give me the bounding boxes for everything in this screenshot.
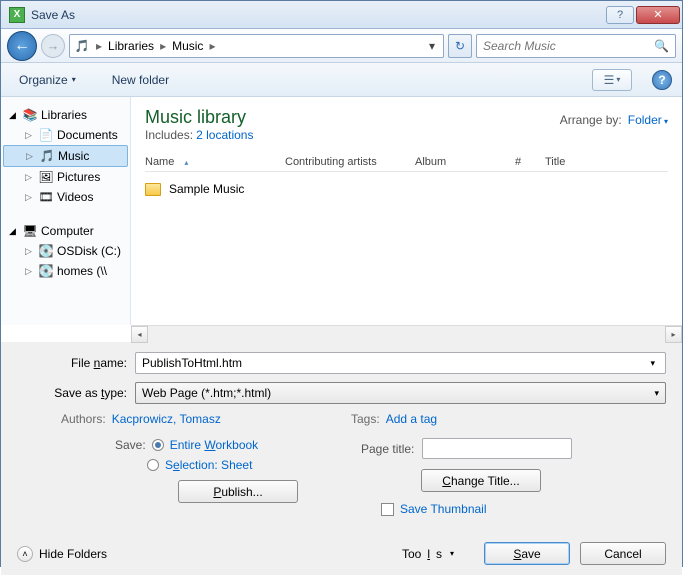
authors-value[interactable]: Kacprowicz, Tomasz xyxy=(112,412,221,426)
expand-arrow-icon[interactable]: ◢ xyxy=(9,110,19,121)
save-thumbnail-label[interactable]: Save Thumbnail xyxy=(400,502,487,516)
command-bar: Organize ▾ New folder ☰ ▾ ? xyxy=(1,63,682,97)
expand-arrow-icon[interactable]: ▷ xyxy=(25,192,35,203)
savetype-select[interactable]: Web Page (*.htm;*.html) xyxy=(135,382,666,404)
locations-link[interactable]: 2 locations xyxy=(196,128,253,142)
tree-computer[interactable]: ◢ 🖥 Computer xyxy=(1,221,130,241)
titlebar: X Save As ? ✕ xyxy=(1,1,682,29)
tree-libraries[interactable]: ◢ 📚 Libraries xyxy=(1,105,130,125)
radio-selection-label[interactable]: Selection: Sheet xyxy=(165,458,252,472)
expand-arrow-icon[interactable]: ▷ xyxy=(26,151,36,162)
videos-icon: 🎞 xyxy=(38,189,54,205)
tree-homes[interactable]: ▷ 💽 homes (\\ xyxy=(1,261,130,281)
close-button[interactable]: ✕ xyxy=(636,6,680,24)
save-thumbnail-checkbox[interactable] xyxy=(381,503,394,516)
help-titlebar-button[interactable]: ? xyxy=(606,6,634,24)
address-dropdown[interactable]: ▾ xyxy=(425,39,439,53)
chevron-right-icon[interactable]: ▸ xyxy=(158,39,168,53)
expand-arrow-icon[interactable]: ▷ xyxy=(25,246,35,257)
music-icon: 🎵 xyxy=(74,38,90,54)
filename-input[interactable]: PublishToHtml.htm ▾ xyxy=(135,352,666,374)
window-title: Save As xyxy=(31,8,606,22)
radio-workbook-label[interactable]: Entire Workbook xyxy=(170,438,259,452)
back-button[interactable]: ← xyxy=(7,31,37,61)
folder-icon xyxy=(145,183,161,196)
column-contributing[interactable]: Contributing artists xyxy=(285,156,415,168)
scroll-track[interactable] xyxy=(148,326,665,343)
column-name[interactable]: Name xyxy=(145,156,285,168)
refresh-button[interactable]: ↻ xyxy=(448,34,472,58)
documents-icon: 📄 xyxy=(38,127,54,143)
expand-arrow-icon[interactable]: ▷ xyxy=(25,130,35,141)
search-box[interactable]: 🔍 xyxy=(476,34,676,58)
filename-label: File name: xyxy=(17,356,135,370)
expand-arrow-icon[interactable]: ▷ xyxy=(25,172,35,183)
tree-music[interactable]: ▷ 🎵 Music xyxy=(3,145,128,167)
expand-arrow-icon[interactable]: ▷ xyxy=(25,266,35,277)
main-area: ◢ 📚 Libraries ▷ 📄 Documents ▷ 🎵 Music ▷ … xyxy=(1,97,682,325)
tree-pictures[interactable]: ▷ 🖼 Pictures xyxy=(1,167,130,187)
cancel-button[interactable]: Cancel xyxy=(580,542,666,565)
change-title-button[interactable]: Change Title... xyxy=(421,469,541,492)
radio-selection[interactable] xyxy=(147,459,159,471)
column-headers: Name Contributing artists Album # Title xyxy=(145,156,668,172)
expand-arrow-icon[interactable]: ◢ xyxy=(9,226,19,237)
dropdown-arrow-icon[interactable]: ▾ xyxy=(646,358,659,369)
publish-button[interactable]: Publish... xyxy=(178,480,298,503)
tree-documents[interactable]: ▷ 📄 Documents xyxy=(1,125,130,145)
tree-videos[interactable]: ▷ 🎞 Videos xyxy=(1,187,130,207)
search-input[interactable] xyxy=(483,39,654,53)
drive-icon: 💽 xyxy=(38,243,54,259)
column-title[interactable]: Title xyxy=(545,156,575,168)
item-name: Sample Music xyxy=(169,182,244,196)
pagetitle-label: Page title: xyxy=(361,442,414,456)
help-button[interactable]: ? xyxy=(652,70,672,90)
hide-folders-button[interactable]: ˄ Hide Folders xyxy=(17,546,107,562)
navigation-bar: ← → 🎵 ▸ Libraries ▸ Music ▸ ▾ ↻ 🔍 xyxy=(1,29,682,63)
chevron-right-icon[interactable]: ▸ xyxy=(207,39,217,53)
network-drive-icon: 💽 xyxy=(38,263,54,279)
tags-value[interactable]: Add a tag xyxy=(386,412,437,426)
save-form: File name: PublishToHtml.htm ▾ document.… xyxy=(1,342,682,532)
pagetitle-input[interactable] xyxy=(422,438,572,459)
libraries-icon: 📚 xyxy=(22,107,38,123)
tools-menu[interactable]: Tools xyxy=(402,547,454,561)
save-button[interactable]: Save xyxy=(484,542,570,565)
chevron-right-icon[interactable]: ▸ xyxy=(94,39,104,53)
view-options-button[interactable]: ☰ ▾ xyxy=(592,69,632,91)
dialog-footer: ˄ Hide Folders Tools Save Cancel xyxy=(1,532,682,575)
authors-label: Authors: xyxy=(61,412,106,426)
excel-app-icon: X xyxy=(9,7,25,23)
library-subtitle: Includes: 2 locations xyxy=(145,128,253,142)
column-album[interactable]: Album xyxy=(415,156,515,168)
search-icon[interactable]: 🔍 xyxy=(654,39,669,53)
organize-menu[interactable]: Organize ▾ xyxy=(11,69,84,91)
forward-button: → xyxy=(41,34,65,58)
computer-icon: 🖥 xyxy=(22,223,38,239)
save-label: Save: xyxy=(115,438,146,452)
library-title: Music library xyxy=(145,107,253,128)
column-number[interactable]: # xyxy=(515,156,545,168)
scroll-right-button[interactable]: ▸ xyxy=(665,326,682,343)
navigation-tree: ◢ 📚 Libraries ▷ 📄 Documents ▷ 🎵 Music ▷ … xyxy=(1,97,131,325)
savetype-label: Save as type: xyxy=(17,386,135,400)
address-bar[interactable]: 🎵 ▸ Libraries ▸ Music ▸ ▾ xyxy=(69,34,444,58)
tags-label: Tags: xyxy=(351,412,380,426)
collapse-arrow-icon: ˄ xyxy=(17,546,33,562)
breadcrumb-music[interactable]: Music xyxy=(168,39,207,53)
music-icon: 🎵 xyxy=(39,148,55,164)
horizontal-scrollbar[interactable]: ◂ ▸ xyxy=(131,325,682,342)
file-list-pane: Music library Includes: 2 locations Arra… xyxy=(131,97,682,325)
scroll-left-button[interactable]: ◂ xyxy=(131,326,148,343)
breadcrumb-libraries[interactable]: Libraries xyxy=(104,39,158,53)
tree-osdisk[interactable]: ▷ 💽 OSDisk (C:) xyxy=(1,241,130,261)
radio-entire-workbook[interactable] xyxy=(152,439,164,451)
pictures-icon: 🖼 xyxy=(38,169,54,185)
new-folder-button[interactable]: New folder xyxy=(104,69,177,91)
arrange-by[interactable]: Arrange by: Folder xyxy=(560,113,668,127)
list-item[interactable]: Sample Music xyxy=(145,178,668,200)
